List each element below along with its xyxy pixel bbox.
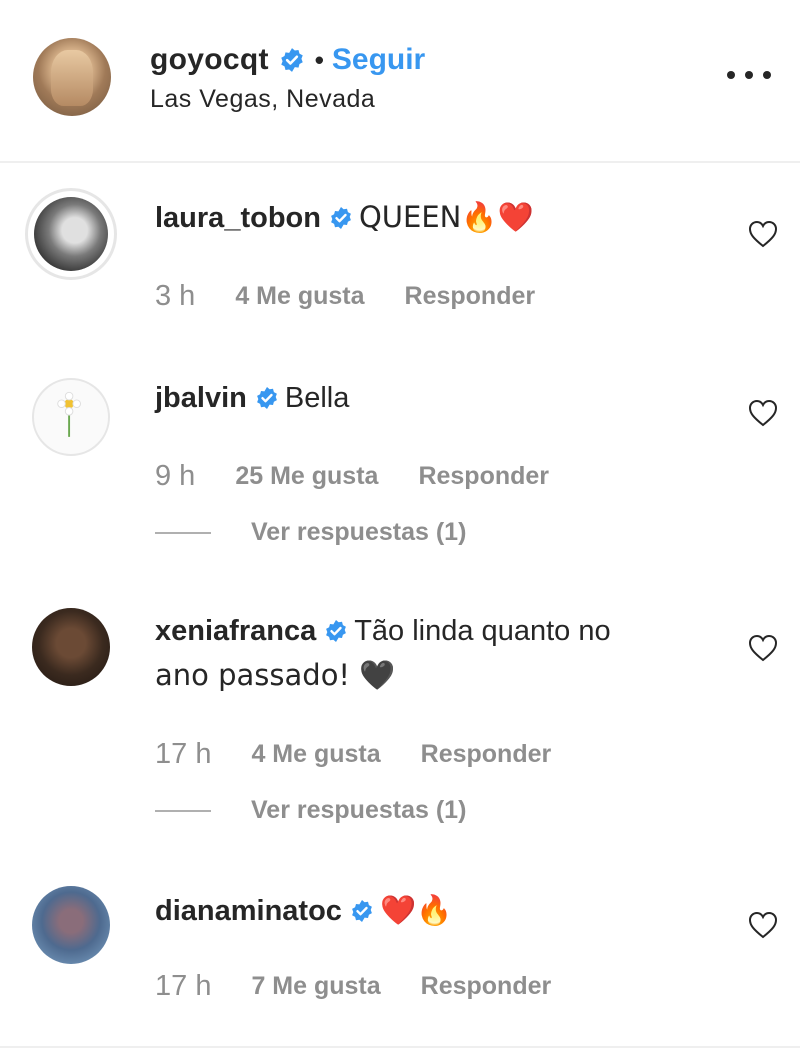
comment-text-line: dianaminatoc ❤️🔥	[155, 888, 715, 933]
comment-likes[interactable]: 4 Me gusta	[235, 282, 364, 311]
comment-text: QUEEN🔥❤️	[358, 200, 534, 234]
commenter-avatar[interactable]	[32, 886, 110, 964]
post-location[interactable]: Las Vegas, Nevada	[150, 85, 375, 114]
comment-likes[interactable]: 4 Me gusta	[251, 740, 380, 769]
comment-text-line: laura_tobon QUEEN🔥❤️	[155, 195, 715, 240]
comment-username[interactable]: dianaminatoc	[155, 895, 342, 927]
replies-divider	[155, 531, 211, 534]
more-options-icon[interactable]	[727, 60, 771, 90]
commenter-avatar[interactable]	[32, 378, 110, 456]
comment-text-line: xeniafranca Tão linda quanto no ano passad…	[155, 609, 715, 698]
commenter-avatar[interactable]	[25, 188, 117, 280]
follow-button[interactable]: Seguir	[332, 43, 425, 77]
view-replies-button[interactable]: Ver respuestas (1)	[155, 518, 466, 547]
comment-likes[interactable]: 25 Me gusta	[235, 462, 378, 491]
comment-username[interactable]: xeniafranca	[155, 615, 316, 647]
flower-icon	[57, 391, 81, 437]
comment-text-line: jbalvin Bella	[155, 376, 715, 420]
comment-meta: 17 h 7 Me gusta Responder	[155, 970, 551, 1003]
replies-divider	[155, 809, 211, 812]
comment-time[interactable]: 17 h	[155, 970, 211, 1003]
reply-button[interactable]: Responder	[421, 972, 552, 1001]
reply-button[interactable]: Responder	[405, 282, 536, 311]
comment-item: dianaminatoc ❤️🔥 17 h 7 Me gusta Responde…	[0, 882, 800, 1032]
comment-meta: 9 h 25 Me gusta Responder	[155, 460, 549, 493]
like-heart-icon[interactable]	[748, 911, 778, 939]
comment-item: jbalvin Bella 9 h 25 Me gusta Responder V…	[0, 370, 800, 560]
comment-meta: 17 h 4 Me gusta Responder	[155, 738, 551, 771]
view-replies-button[interactable]: Ver respuestas (1)	[155, 796, 466, 825]
reply-button[interactable]: Responder	[421, 740, 552, 769]
like-heart-icon[interactable]	[748, 399, 778, 427]
comment-likes[interactable]: 7 Me gusta	[251, 972, 380, 1001]
like-heart-icon[interactable]	[748, 220, 778, 248]
comment-username[interactable]: jbalvin	[155, 382, 247, 414]
verified-badge-icon	[281, 48, 303, 72]
post-header: goyocqt • Seguir Las Vegas, Nevada	[0, 0, 800, 163]
comment-time[interactable]: 3 h	[155, 280, 195, 313]
comment-item: laura_tobon QUEEN🔥❤️ 3 h 4 Me gusta Respo…	[0, 185, 800, 335]
verified-badge-icon	[256, 387, 277, 409]
owner-row: goyocqt • Seguir	[150, 40, 425, 80]
verified-badge-icon	[352, 900, 372, 922]
comment-text-continued: ano passado! 🖤	[155, 658, 396, 692]
like-heart-icon[interactable]	[748, 634, 778, 662]
verified-badge-icon	[331, 207, 351, 229]
owner-username[interactable]: goyocqt	[150, 43, 269, 77]
comment-text: Bella	[284, 382, 350, 414]
owner-avatar[interactable]	[33, 38, 111, 116]
comment-text: ❤️🔥	[379, 893, 453, 927]
view-replies-label: Ver respuestas (1)	[251, 796, 467, 824]
comment-time[interactable]: 17 h	[155, 738, 211, 771]
comment-text: Tão linda quanto no	[354, 615, 611, 647]
comment-username[interactable]: laura_tobon	[155, 202, 321, 234]
view-replies-label: Ver respuestas (1)	[251, 518, 467, 546]
comment-time[interactable]: 9 h	[155, 460, 195, 493]
reply-button[interactable]: Responder	[418, 462, 549, 491]
separator-dot: •	[314, 44, 324, 75]
comment-item: xeniafranca Tão linda quanto no ano passad…	[0, 603, 800, 833]
comment-meta: 3 h 4 Me gusta Responder	[155, 280, 535, 313]
commenter-avatar[interactable]	[32, 608, 110, 686]
verified-badge-icon	[326, 620, 347, 642]
